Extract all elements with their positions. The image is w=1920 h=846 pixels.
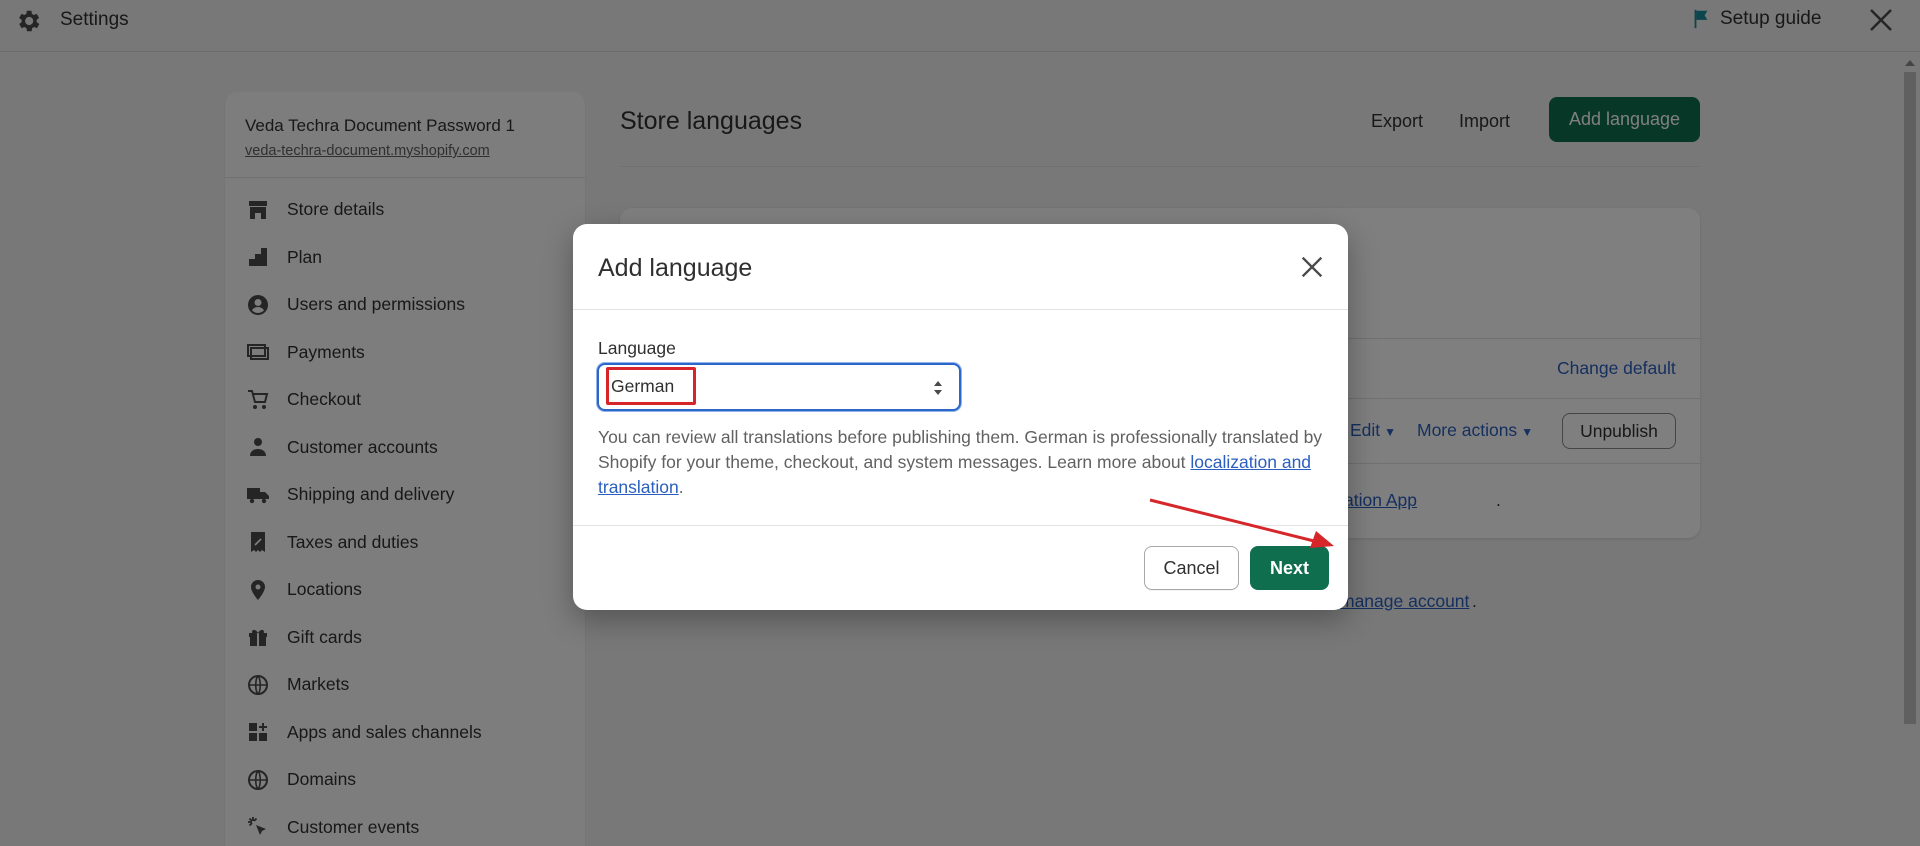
next-button[interactable]: Next xyxy=(1250,546,1329,590)
language-help-text: You can review all translations before p… xyxy=(598,425,1328,500)
cancel-button[interactable]: Cancel xyxy=(1144,546,1239,590)
language-label: Language xyxy=(598,338,676,358)
help-tail: . xyxy=(678,477,684,497)
select-arrows-icon xyxy=(934,381,942,395)
divider xyxy=(573,525,1348,526)
close-icon[interactable] xyxy=(1296,251,1328,283)
modal-header: Add language xyxy=(573,224,1348,310)
add-language-modal: Add language Language German You can rev… xyxy=(573,224,1348,610)
modal-title: Add language xyxy=(598,254,753,282)
language-select[interactable]: German xyxy=(597,363,961,411)
selected-language-value: German xyxy=(611,376,675,396)
